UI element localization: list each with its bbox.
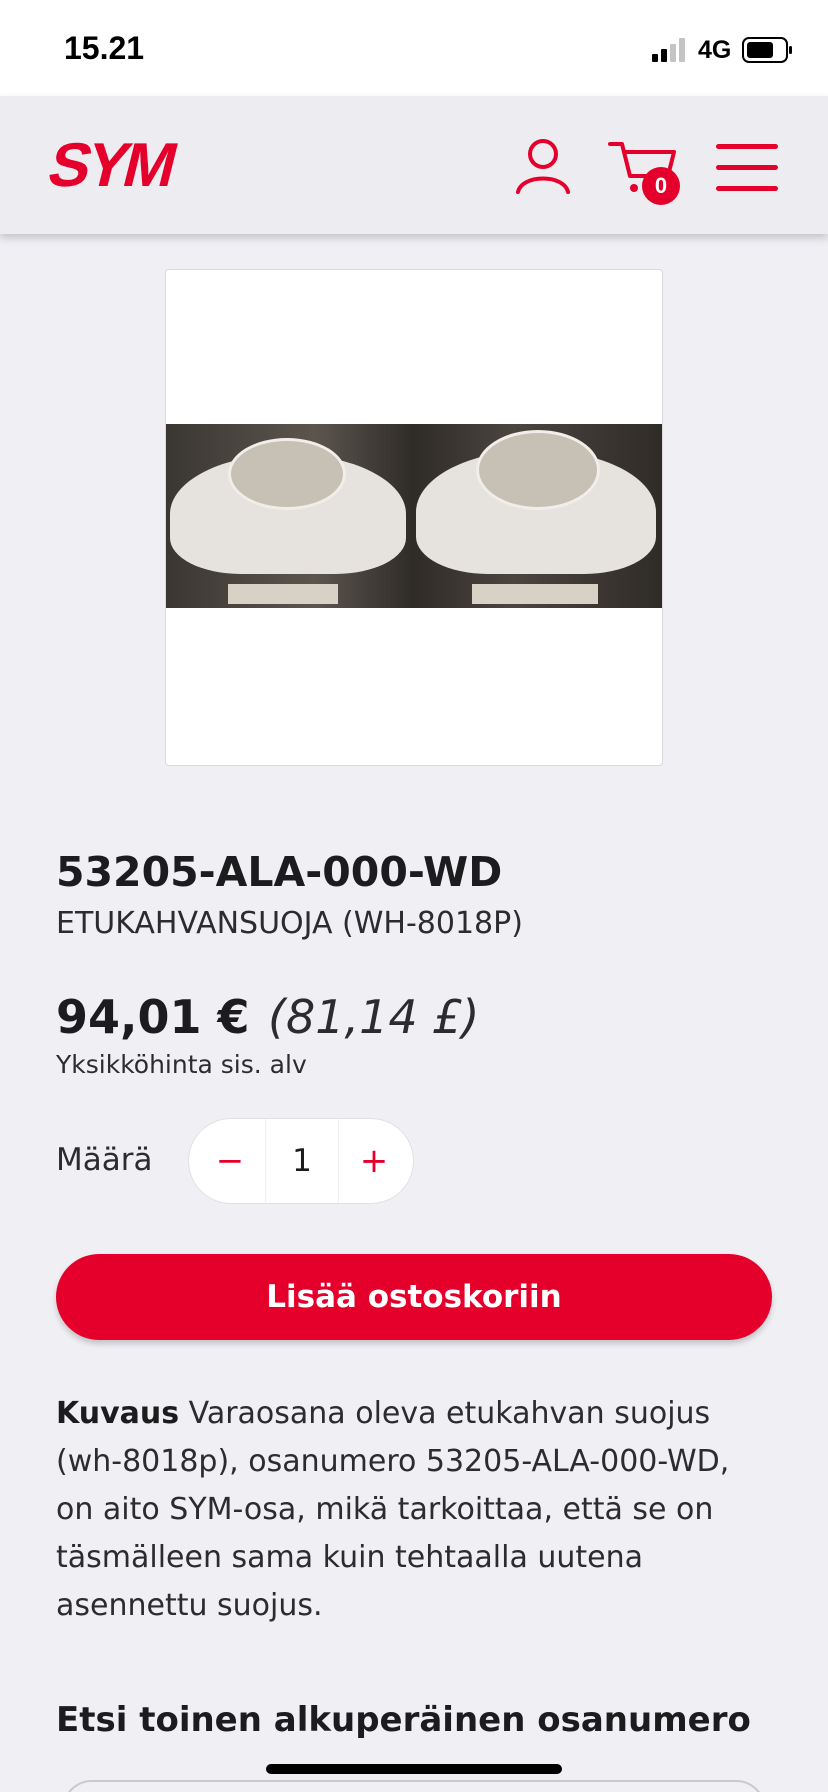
signal-icon (652, 38, 685, 62)
quantity-stepper: − 1 + (188, 1118, 414, 1204)
menu-icon[interactable] (716, 144, 778, 192)
description-label: Kuvaus (56, 1396, 180, 1431)
status-time: 15.21 (64, 30, 145, 66)
quantity-label: Määrä (56, 1142, 153, 1178)
sym-logo[interactable]: SYM (38, 126, 188, 202)
price-note: Yksikköhinta sis. alv (56, 1050, 307, 1079)
quantity-decrease-button[interactable]: − (195, 1119, 265, 1203)
network-type: 4G (698, 36, 732, 64)
account-icon[interactable] (514, 136, 572, 194)
product-price: 94,01 € (56, 990, 250, 1044)
product-photo (166, 424, 662, 608)
svg-text:SYM: SYM (42, 131, 182, 200)
search-part-heading: Etsi toinen alkuperäinen osanumero (56, 1700, 751, 1740)
site-header: SYM 0 (0, 96, 828, 234)
product-image[interactable] (165, 269, 663, 766)
battery-icon (742, 37, 792, 63)
part-search-field[interactable] (62, 1780, 766, 1792)
quantity-input[interactable]: 1 (265, 1119, 339, 1203)
status-bar: 15.21 4G (0, 0, 828, 96)
home-indicator[interactable] (266, 1764, 562, 1774)
product-description: Kuvaus Varaosana oleva etukahvan suojus … (56, 1390, 776, 1630)
cart-count-badge[interactable]: 0 (642, 167, 680, 205)
product-price-gbp: (81,14 £) (268, 990, 480, 1044)
quantity-increase-button[interactable]: + (339, 1119, 409, 1203)
product-sku: 53205-ALA-000-WD (56, 848, 503, 896)
product-name: ETUKAHVANSUOJA (WH-8018P) (56, 906, 523, 941)
add-to-cart-button[interactable]: Lisää ostoskoriin (56, 1254, 772, 1340)
